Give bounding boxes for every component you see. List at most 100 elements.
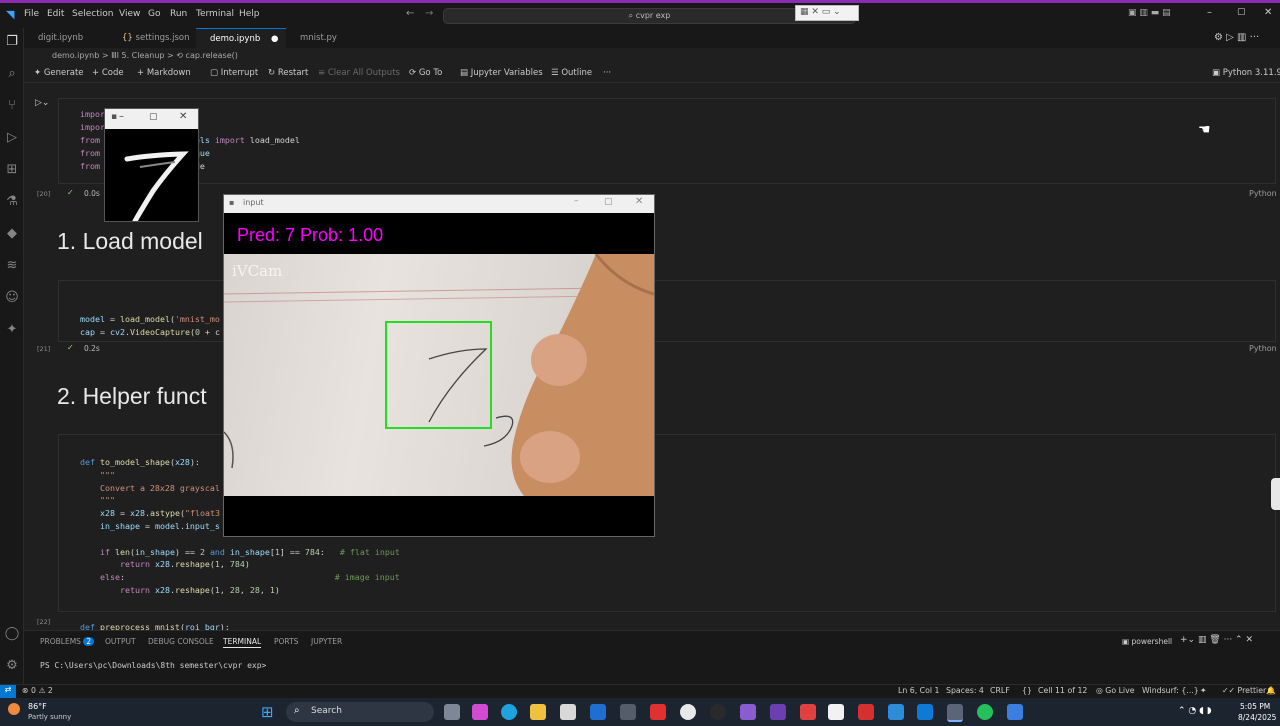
clock-date[interactable]: 8/24/2025 [1238,713,1276,722]
run-debug-icon[interactable]: ▷ [4,130,20,146]
tab-problems[interactable]: PROBLEMS 2 [40,637,95,646]
run-all-icon[interactable]: ▷⌄ [35,98,49,108]
indentation[interactable]: Spaces: 4 [946,686,984,695]
menu-edit[interactable]: Edit [47,9,64,19]
close-icon[interactable]: ✕ [635,196,643,207]
input-window-titlebar[interactable]: ▪ input – ▢ ✕ [224,195,654,213]
unsaved-dot-icon[interactable]: ● [271,34,278,44]
back-arrow-icon[interactable]: ← [406,8,414,19]
menu-selection[interactable]: Selection [72,9,113,19]
minimize-icon[interactable]: – [574,196,579,206]
whatsapp-icon[interactable] [977,704,993,720]
forward-arrow-icon[interactable]: → [425,8,433,19]
digit-window-minimize[interactable]: – [119,111,124,122]
notepad-icon[interactable] [828,704,844,720]
task-view-icon[interactable] [444,704,460,720]
windows-start-icon[interactable]: ⊞ [261,704,277,720]
line-endings[interactable]: CRLF [990,686,1010,695]
markdown-heading-helper[interactable]: 2. Helper funct [57,383,207,410]
snipping-toolbar[interactable]: ▦ ✕ ▭ ⌄ [795,5,859,21]
menu-go[interactable]: Go [148,9,160,19]
store-icon[interactable] [560,704,576,720]
more-actions-button[interactable]: ··· [603,68,611,78]
ivcam-icon[interactable] [1007,704,1023,720]
taskbar-search-box[interactable]: ⌕ Search [286,702,434,722]
tab-digit-ipynb[interactable]: digit.ipynb [24,28,108,48]
tab-settings-json[interactable]: {} settings.json [108,28,196,48]
copilot-app-icon[interactable] [472,704,488,720]
interrupt-button[interactable]: ▢ Interrupt [210,68,258,78]
edge-icon[interactable] [501,704,517,720]
extensions-icon[interactable]: ⊞ [4,162,20,178]
terminal-shell-selector[interactable]: ▣ powershell [1122,637,1172,646]
jupyter-variables-button[interactable]: ▤ Jupyter Variables [460,68,543,78]
goto-button[interactable]: ⟳ Go To [409,68,442,78]
terminal-actions-icons[interactable]: +⌄ ▥ 🗑 ··· ⌃ ✕ [1180,635,1253,645]
digit-preview-window[interactable]: ▪ – ▢ ✕ [104,108,199,222]
search-icon[interactable]: ⌕ [4,66,20,82]
generate-button[interactable]: ✦ Generate [34,68,84,78]
maximize-icon[interactable]: ▢ [149,112,158,122]
clear-outputs-button[interactable]: ≡ Clear All Outputs [318,68,400,78]
close-icon[interactable]: ✕ [179,111,187,122]
cell-language[interactable]: Python [1249,344,1277,353]
visual-studio-2-icon[interactable] [770,704,786,720]
remote-indicator-icon[interactable]: ⇄ [0,685,16,698]
tab-output[interactable]: OUTPUT [105,637,136,646]
prettier-status[interactable]: ✓✓ Prettier [1222,686,1266,695]
outlook-icon[interactable] [590,704,606,720]
tab-mnist-py[interactable]: mnist.py [286,28,360,48]
chrome-icon[interactable] [680,704,696,720]
close-icon[interactable]: ✕ [1264,7,1272,18]
remote-icon[interactable]: ◆ [4,226,20,242]
menu-run[interactable]: Run [170,9,187,19]
tab-demo-ipynb[interactable]: demo.ipynb ● [196,28,286,48]
windsurf-icon[interactable]: ≋ [4,258,20,274]
breadcrumb[interactable]: demo.ipynb > ⅢⅠ 5. Cleanup > ⟲ cap.relea… [52,51,238,60]
file-explorer-icon[interactable] [530,704,546,720]
grid-icon[interactable]: ▦ ✕ ▭ ⌄ [800,7,841,17]
digit-window-titlebar[interactable]: ▪ – ▢ ✕ [105,109,198,129]
tab-ports[interactable]: PORTS [274,637,298,646]
cell-position[interactable]: Cell 11 of 12 [1038,686,1087,695]
testing-icon[interactable]: ⚗ [4,194,20,210]
visual-studio-icon[interactable] [740,704,756,720]
add-markdown-button[interactable]: + Markdown [137,68,191,78]
weather-temp[interactable]: 86°F [28,702,47,711]
source-control-icon[interactable]: ⑂ [4,98,20,114]
app-icon[interactable] [888,704,904,720]
restart-button[interactable]: ↻ Restart [268,68,308,78]
vscode-taskbar-icon[interactable] [917,704,933,720]
add-code-button[interactable]: + Code [92,68,124,78]
maximize-icon[interactable]: ▢ [1237,7,1246,17]
python-window-icon[interactable] [947,704,963,722]
sparkle-icon[interactable]: ✦ [4,322,20,338]
markdown-heading-load-model[interactable]: 1. Load model [57,228,203,255]
account-icon[interactable]: ◯ [4,626,20,642]
tab-jupyter[interactable]: JUPYTER [311,637,342,646]
copilot-icon[interactable]: ☺ [4,290,20,306]
maximize-icon[interactable]: ▢ [604,197,613,207]
kernel-picker[interactable]: ▣ Python 3.11.9 [1212,68,1280,78]
code-cell-imports[interactable]: impor impor from odels import load_model… [58,98,1276,184]
settings-app-icon[interactable] [620,704,636,720]
settings-gear-icon[interactable]: ⚙ [4,658,20,674]
windsurf-status[interactable]: Windsurf: {...} [1142,686,1199,695]
menu-view[interactable]: View [119,9,140,19]
weather-desc[interactable]: Partly sunny [28,713,71,721]
tab-debug-console[interactable]: DEBUG CONSOLE [148,637,214,646]
clock-time[interactable]: 5:05 PM [1240,702,1270,711]
menu-help[interactable]: Help [239,9,260,19]
github-icon[interactable] [710,704,726,720]
terminal-prompt[interactable]: PS C:\Users\pc\Downloads\8th semester\cv… [40,661,266,670]
screen-recorder-icon[interactable] [800,704,816,720]
tab-terminal[interactable]: TERMINAL [223,637,262,648]
youtube-icon[interactable] [650,704,666,720]
outline-button[interactable]: ☰ Outline [551,68,592,78]
cell-language[interactable]: Python [1249,189,1277,198]
go-live-button[interactable]: ◎ Go Live [1096,686,1135,695]
cursor-position[interactable]: Ln 6, Col 1 [898,686,940,695]
tray-icons[interactable]: ⌃ ◔ ◖ ◗ [1178,706,1211,716]
wps-icon[interactable] [858,704,874,720]
weather-icon[interactable] [8,703,20,715]
